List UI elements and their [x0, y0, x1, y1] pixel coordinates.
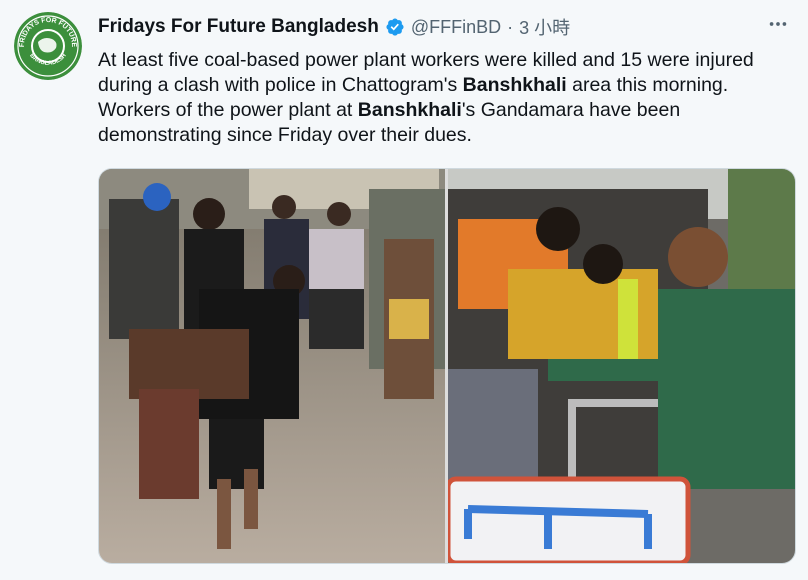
- tweet-media-grid: [98, 168, 796, 564]
- more-options-icon[interactable]: [766, 12, 790, 36]
- fridays-for-future-logo: FRIDAYS FOR FUTURE BANGLADESH: [14, 12, 82, 80]
- photo-image-icon: [448, 169, 795, 563]
- photo-image-icon: [99, 169, 445, 563]
- user-handle[interactable]: @FFFinBD: [411, 17, 501, 38]
- photo-injured-worker-ambulance[interactable]: [448, 169, 795, 563]
- separator-dot: ·: [507, 16, 514, 37]
- avatar[interactable]: FRIDAYS FOR FUTURE BANGLADESH: [14, 12, 82, 80]
- bold-place-name: Banshkhali: [357, 99, 462, 121]
- photo-injured-worker-carried[interactable]: [99, 169, 445, 563]
- tweet-text-segment: area this morning.: [566, 74, 729, 96]
- verified-badge-icon: [385, 17, 405, 37]
- tweet-text: At least five coal-based power plant wor…: [98, 48, 788, 148]
- bold-place-name: Banshkhali: [462, 74, 567, 96]
- tweet-paragraph-1: At least five coal-based power plant wor…: [98, 48, 788, 98]
- tweet-text-segment: Workers of the power plant at: [98, 99, 358, 121]
- tweet-header: Fridays For Future Bangladesh @FFFinBD ·…: [98, 14, 808, 40]
- timestamp[interactable]: 3 小時: [519, 14, 570, 40]
- tweet-paragraph-2: Workers of the power plant at Banshkhali…: [98, 98, 788, 148]
- display-name[interactable]: Fridays For Future Bangladesh: [98, 16, 379, 38]
- tweet-card: FRIDAYS FOR FUTURE BANGLADESH Fridays Fo…: [0, 0, 808, 580]
